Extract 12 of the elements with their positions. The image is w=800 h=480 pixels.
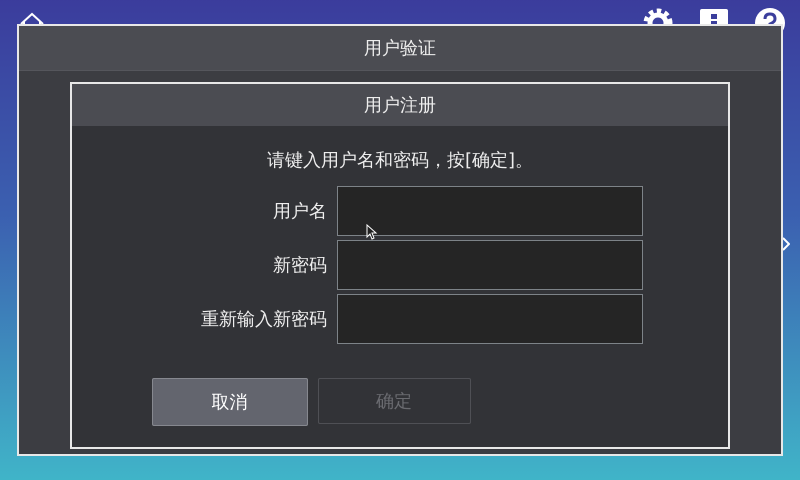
instruction-text: 请键入用户名和密码，按[确定]。 [266, 149, 534, 172]
chevron-right-icon[interactable] [782, 237, 790, 251]
field-label: 用户名 [272, 200, 327, 223]
form-title: 用户注册 [72, 84, 728, 126]
cancel-button[interactable]: 取消 [152, 378, 308, 426]
field-label: 新密码 [272, 254, 327, 277]
field-label: 重新输入新密码 [200, 308, 327, 331]
input-field[interactable] [337, 294, 643, 344]
input-field[interactable] [337, 186, 643, 236]
cursor-icon [366, 224, 378, 240]
input-field[interactable] [337, 240, 643, 290]
dialog-title: 用户验证 [19, 26, 781, 71]
